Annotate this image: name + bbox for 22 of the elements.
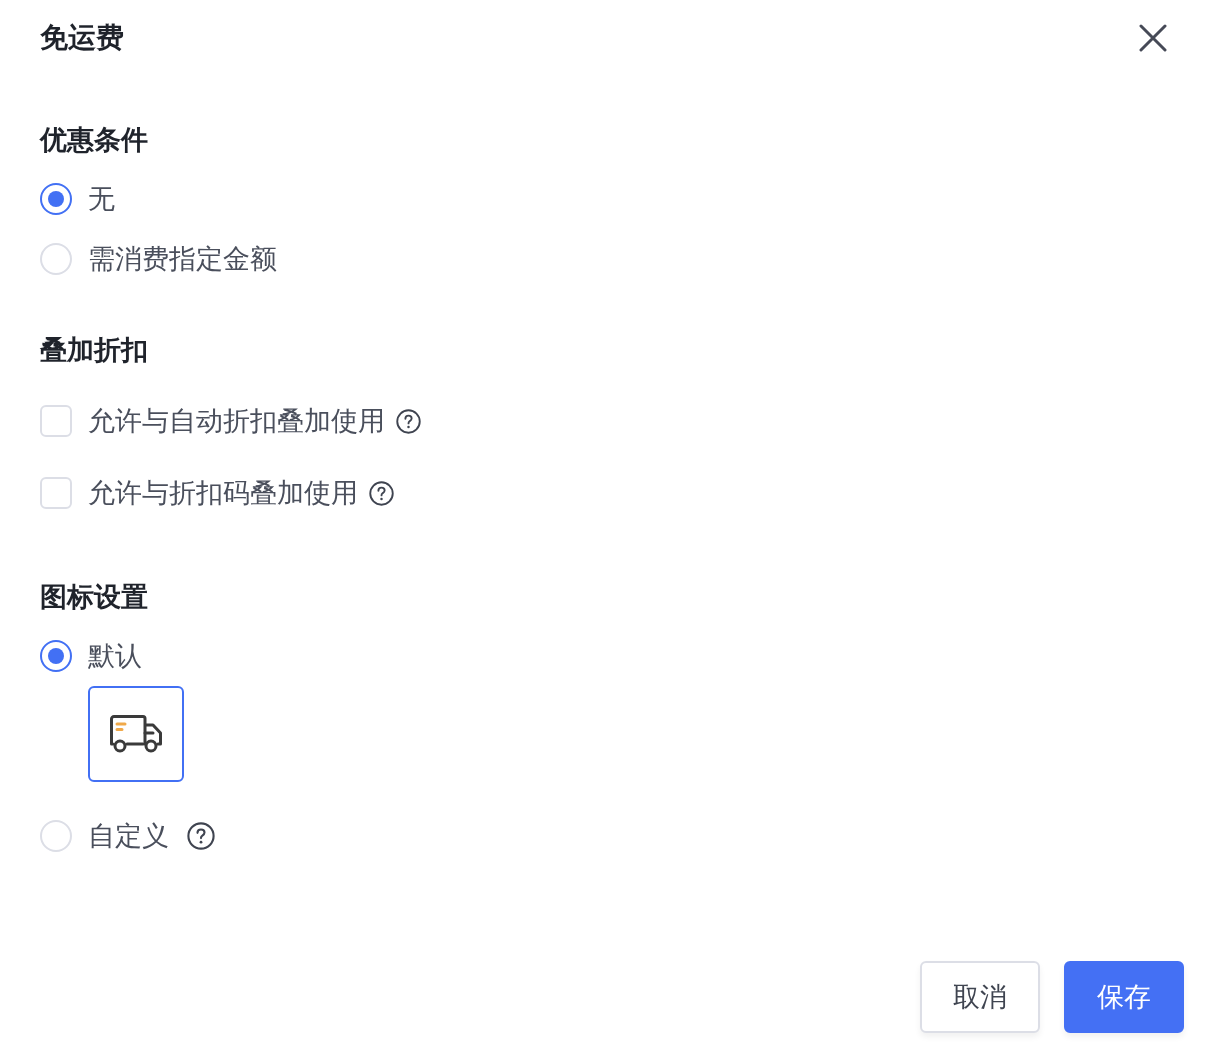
option-label[interactable]: 允许与自动折扣叠加使用 <box>88 401 385 441</box>
help-icon[interactable] <box>187 822 215 850</box>
section-heading: 图标设置 <box>40 581 148 614</box>
save-button[interactable]: 保存 <box>1064 961 1184 1033</box>
checkbox[interactable] <box>40 477 72 509</box>
radio-button[interactable] <box>40 640 72 672</box>
option-label[interactable]: 自定义 <box>88 816 169 856</box>
checkbox[interactable] <box>40 405 72 437</box>
icon-tile[interactable] <box>88 686 184 782</box>
cancel-button[interactable]: 取消 <box>920 961 1040 1033</box>
radio-button[interactable] <box>40 183 72 215</box>
option-label[interactable]: 默认 <box>88 636 142 676</box>
option-label[interactable]: 需消费指定金额 <box>88 239 277 279</box>
truck-icon <box>109 714 163 754</box>
option-label[interactable]: 无 <box>88 179 115 219</box>
section-heading: 优惠条件 <box>40 124 148 157</box>
help-icon[interactable] <box>369 480 394 506</box>
help-icon[interactable] <box>396 408 421 434</box>
dialog-title: 免运费 <box>40 21 124 55</box>
section-heading: 叠加折扣 <box>40 334 148 367</box>
option-label[interactable]: 允许与折扣码叠加使用 <box>88 473 358 513</box>
close-icon[interactable] <box>1139 24 1167 52</box>
